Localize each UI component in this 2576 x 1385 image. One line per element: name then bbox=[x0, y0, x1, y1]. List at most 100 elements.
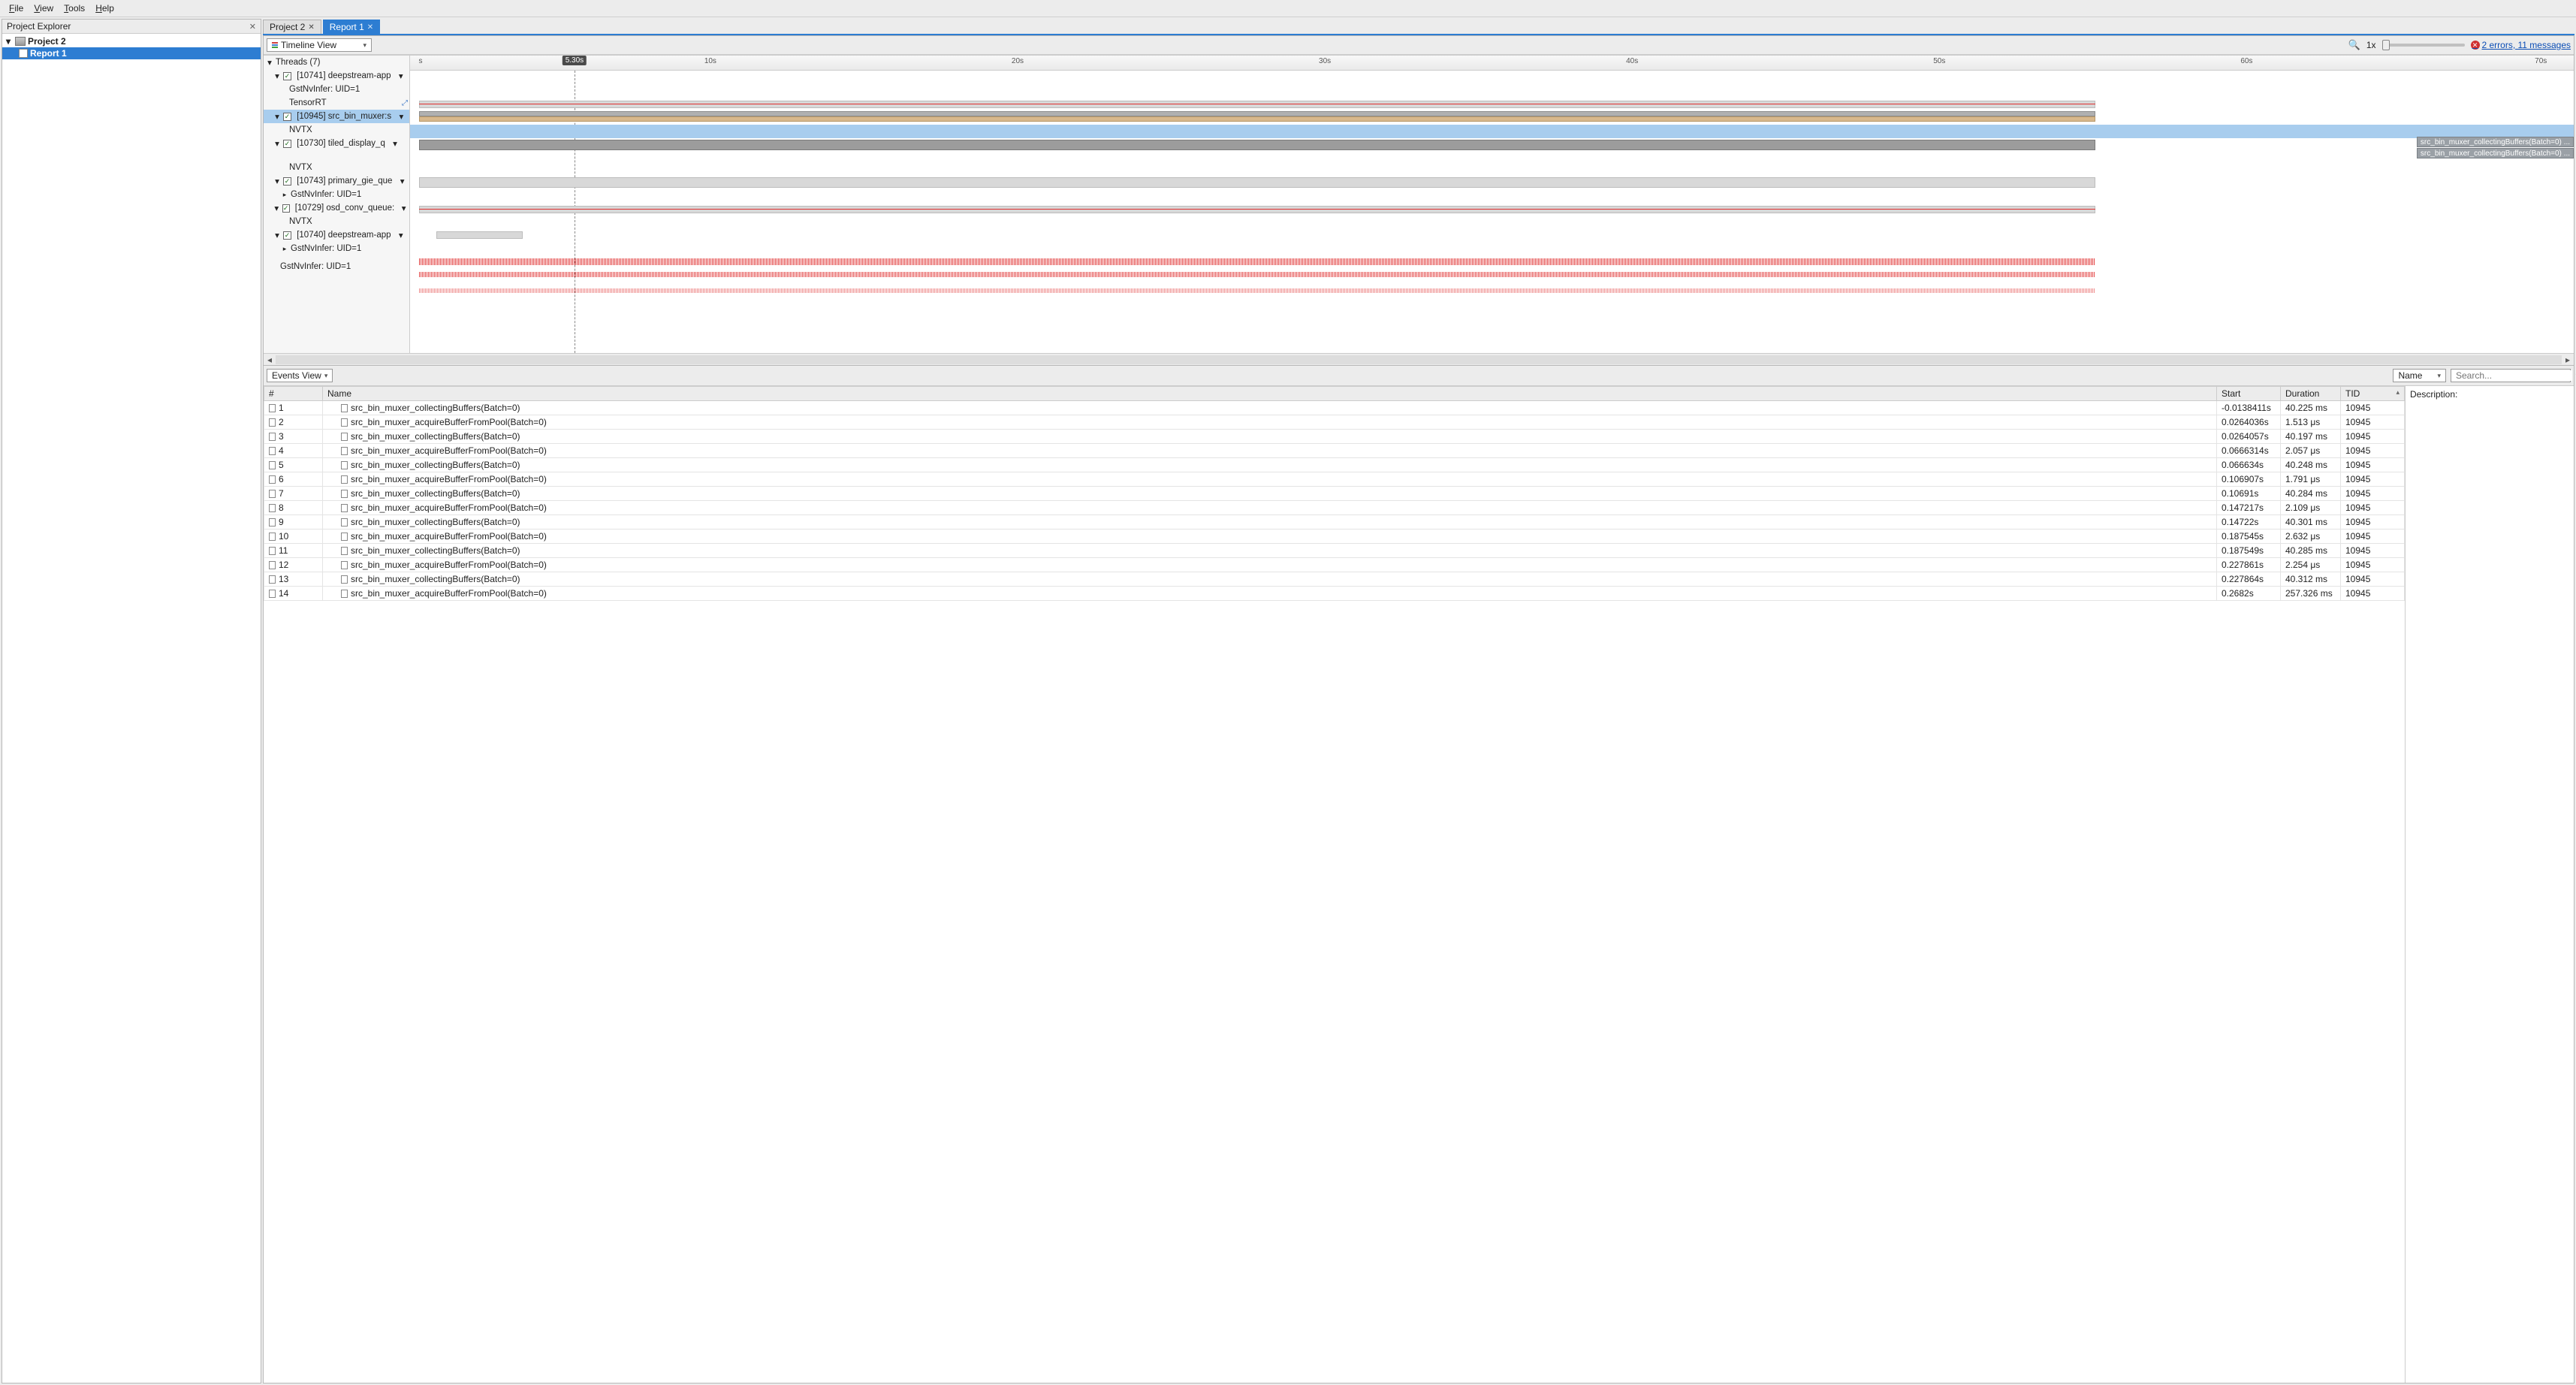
tab-report[interactable]: Report 1 ✕ bbox=[323, 20, 380, 34]
row-icon bbox=[341, 561, 348, 569]
table-row[interactable]: 8src_bin_muxer_acquireBufferFromPool(Bat… bbox=[264, 501, 2405, 515]
table-row[interactable]: 13src_bin_muxer_collectingBuffers(Batch=… bbox=[264, 572, 2405, 587]
table-row[interactable]: 9src_bin_muxer_collectingBuffers(Batch=0… bbox=[264, 515, 2405, 530]
table-row[interactable]: 14src_bin_muxer_acquireBufferFromPool(Ba… bbox=[264, 587, 2405, 601]
report-icon bbox=[19, 49, 28, 58]
timeline-view-label: Timeline View bbox=[281, 40, 336, 50]
row-icon bbox=[269, 447, 276, 455]
menu-view[interactable]: View bbox=[29, 2, 58, 15]
row-icon bbox=[269, 575, 276, 584]
table-row[interactable]: 7src_bin_muxer_collectingBuffers(Batch=0… bbox=[264, 487, 2405, 501]
tree-report[interactable]: Report 1 bbox=[2, 47, 261, 59]
menu-file[interactable]: FFileile bbox=[5, 2, 28, 15]
table-row[interactable]: 2src_bin_muxer_acquireBufferFromPool(Bat… bbox=[264, 415, 2405, 430]
row-icon bbox=[269, 561, 276, 569]
project-explorer-title: Project Explorer bbox=[7, 21, 71, 32]
row-icon bbox=[269, 533, 276, 541]
chevron-down-icon[interactable]: ▾ bbox=[4, 36, 13, 47]
project-tree[interactable]: ▾ Project 2 Report 1 bbox=[2, 34, 261, 1383]
threads-header[interactable]: ▾Threads (7) bbox=[264, 56, 409, 69]
description-label: Description: bbox=[2410, 389, 2457, 400]
col-num[interactable]: # bbox=[264, 387, 323, 401]
col-start[interactable]: Start bbox=[2217, 387, 2281, 401]
row-icon bbox=[341, 490, 348, 498]
thread-node[interactable]: ▾✓ [10740] deepstream-app ▾ bbox=[264, 228, 409, 242]
chevron-down-icon: ▾ bbox=[363, 41, 366, 50]
report-label: Report 1 bbox=[30, 48, 67, 59]
row-icon bbox=[341, 475, 348, 484]
events-pane: Events View ▾ Name ▾ 🔍 bbox=[263, 366, 2574, 1383]
row-icon bbox=[269, 590, 276, 598]
error-icon: ✕ bbox=[2471, 41, 2480, 50]
menu-help[interactable]: Help bbox=[91, 2, 119, 15]
filter-by-combo[interactable]: Name ▾ bbox=[2393, 369, 2446, 382]
table-row[interactable]: 1src_bin_muxer_collectingBuffers(Batch=0… bbox=[264, 401, 2405, 415]
table-row[interactable]: 10src_bin_muxer_acquireBufferFromPool(Ba… bbox=[264, 530, 2405, 544]
project-explorer-panel: Project Explorer ✕ ▾ Project 2 Report 1 bbox=[2, 19, 261, 1383]
thread-child[interactable]: NVTX bbox=[264, 123, 409, 137]
close-icon[interactable]: ✕ bbox=[308, 23, 314, 32]
thread-child[interactable]: TensorRT⤢ bbox=[264, 96, 409, 110]
close-icon[interactable]: ✕ bbox=[249, 22, 256, 32]
h-scrollbar[interactable]: ◂ ▸ bbox=[264, 353, 2574, 365]
events-view-label: Events View bbox=[272, 370, 321, 381]
timeline-pane: Timeline View ▾ 🔍 1x ✕ 2 errors, 11 mess… bbox=[263, 35, 2574, 366]
row-icon bbox=[269, 404, 276, 412]
project-icon bbox=[15, 37, 26, 46]
timeline-tree[interactable]: ▾Threads (7) ▾✓ [10741] deepstream-app ▾… bbox=[264, 56, 410, 353]
thread-node[interactable]: ▾✓ [10730] tiled_display_q ▾ bbox=[264, 137, 409, 150]
thread-node[interactable]: ▾✓ [10743] primary_gie_que ▾ bbox=[264, 174, 409, 188]
row-icon bbox=[341, 447, 348, 455]
menu-tools[interactable]: Tools bbox=[59, 2, 89, 15]
tree-project[interactable]: ▾ Project 2 bbox=[2, 35, 261, 47]
thread-child[interactable]: ▸GstNvInfer: UID=1 bbox=[264, 188, 409, 201]
table-row[interactable]: 6src_bin_muxer_acquireBufferFromPool(Bat… bbox=[264, 472, 2405, 487]
row-icon bbox=[341, 461, 348, 469]
table-row[interactable]: 4src_bin_muxer_acquireBufferFromPool(Bat… bbox=[264, 444, 2405, 458]
expand-icon[interactable]: ⤢ bbox=[402, 99, 408, 107]
thread-child[interactable]: NVTX bbox=[264, 161, 409, 174]
row-icon bbox=[269, 461, 276, 469]
row-icon bbox=[269, 504, 276, 512]
menu-bar: FFileile View Tools Help bbox=[0, 0, 2576, 17]
table-row[interactable]: 11src_bin_muxer_collectingBuffers(Batch=… bbox=[264, 544, 2405, 558]
zoom-icon[interactable]: 🔍 bbox=[2348, 39, 2360, 51]
thread-child[interactable]: GstNvInfer: UID=1 bbox=[264, 83, 409, 96]
zoom-slider[interactable] bbox=[2382, 44, 2465, 47]
events-table[interactable]: # Name Start Duration TID▴ 1src_bin_muxe… bbox=[264, 386, 2405, 601]
search-input[interactable] bbox=[2456, 370, 2572, 381]
table-row[interactable]: 3src_bin_muxer_collectingBuffers(Batch=0… bbox=[264, 430, 2405, 444]
timeline-canvas[interactable]: s 10s 20s 30s 40s 50s 60s 70s 5.30s bbox=[410, 56, 2574, 353]
editor-tabs: Project 2 ✕ Report 1 ✕ bbox=[263, 19, 2574, 35]
thread-child[interactable]: GstNvInfer: UID=1 bbox=[264, 260, 409, 273]
scroll-left-icon[interactable]: ◂ bbox=[264, 355, 276, 365]
col-duration[interactable]: Duration bbox=[2281, 387, 2341, 401]
slider-knob[interactable] bbox=[2382, 40, 2390, 50]
col-name[interactable]: Name bbox=[323, 387, 2217, 401]
timeline-view-dropdown[interactable]: Timeline View ▾ bbox=[267, 38, 372, 52]
tab-label: Report 1 bbox=[330, 22, 364, 32]
thread-node-selected[interactable]: ▾✓ [10945] src_bin_muxer:s ▾ bbox=[264, 110, 409, 123]
tab-project[interactable]: Project 2 ✕ bbox=[263, 20, 321, 34]
errors-text: 2 errors, 11 messages bbox=[2482, 40, 2571, 50]
table-row[interactable]: 5src_bin_muxer_collectingBuffers(Batch=0… bbox=[264, 458, 2405, 472]
events-view-dropdown[interactable]: Events View ▾ bbox=[267, 369, 333, 382]
thread-child[interactable]: ▸GstNvInfer: UID=1 bbox=[264, 242, 409, 255]
thread-node[interactable]: ▾✓ [10729] osd_conv_queue: ▾ bbox=[264, 201, 409, 215]
table-row[interactable]: 12src_bin_muxer_acquireBufferFromPool(Ba… bbox=[264, 558, 2405, 572]
time-marker[interactable]: 5.30s bbox=[563, 56, 587, 65]
zoom-level: 1x bbox=[2366, 40, 2376, 50]
scroll-right-icon[interactable]: ▸ bbox=[2562, 355, 2574, 365]
errors-link[interactable]: ✕ 2 errors, 11 messages bbox=[2471, 40, 2571, 50]
row-icon bbox=[341, 433, 348, 441]
search-box[interactable]: 🔍 bbox=[2451, 369, 2571, 382]
row-icon bbox=[269, 475, 276, 484]
thread-node[interactable]: ▾✓ [10741] deepstream-app ▾ bbox=[264, 69, 409, 83]
close-icon[interactable]: ✕ bbox=[367, 23, 373, 32]
chevron-down-icon: ▾ bbox=[324, 372, 328, 380]
col-tid[interactable]: TID▴ bbox=[2341, 387, 2405, 401]
timeline-ruler[interactable]: s 10s 20s 30s 40s 50s 60s 70s 5.30s bbox=[410, 56, 2574, 71]
tab-label: Project 2 bbox=[270, 22, 305, 32]
range-tag[interactable]: src_bin_muxer_collectingBuffers(Batch=0)… bbox=[2417, 137, 2574, 147]
thread-child[interactable]: NVTX bbox=[264, 215, 409, 228]
